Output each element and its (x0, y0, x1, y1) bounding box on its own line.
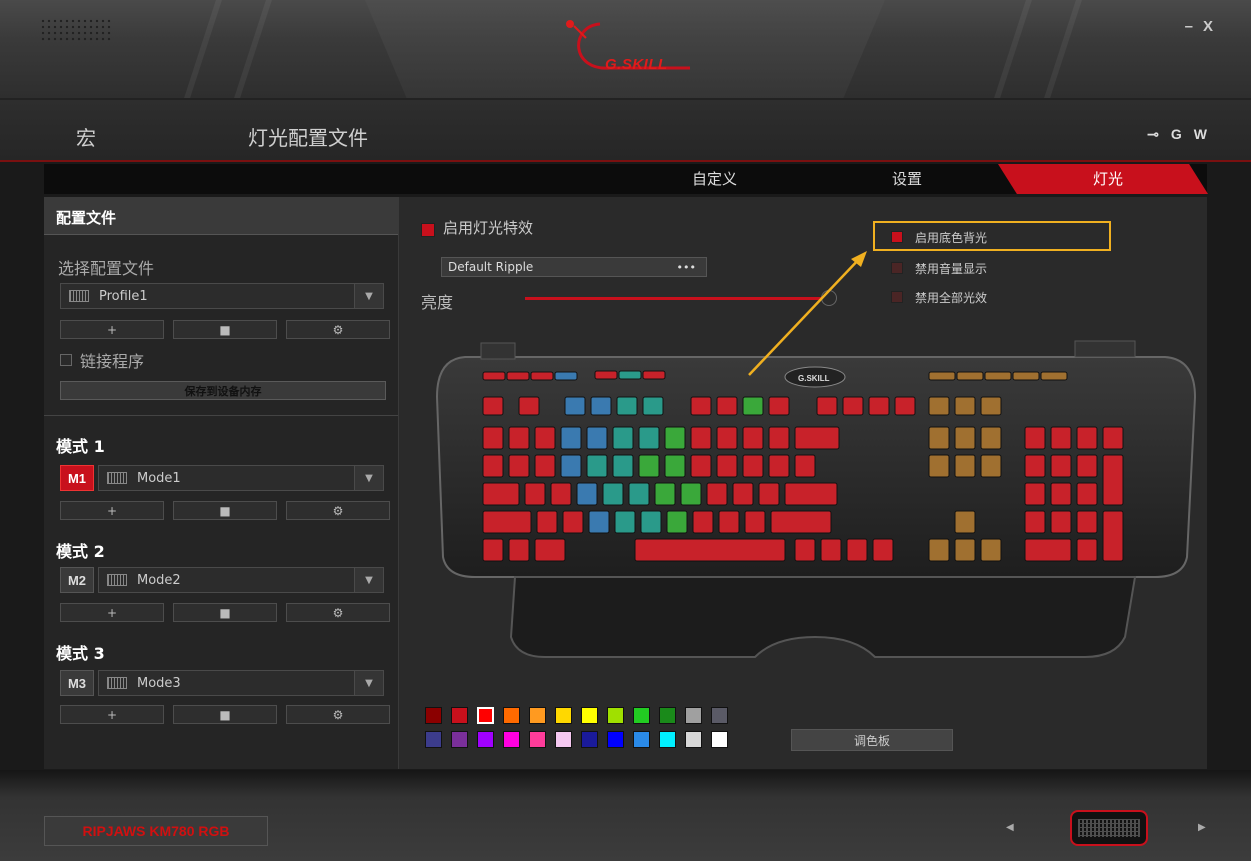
decor-stripe (994, 0, 1032, 98)
color-swatch[interactable] (659, 731, 676, 748)
mode-2-label: 模式 2 (56, 542, 105, 561)
panel-header: 配置文件 (44, 197, 398, 235)
color-swatch[interactable] (425, 731, 442, 748)
prev-device-icon[interactable]: ◀ (1006, 822, 1014, 833)
device-model-label: RIPJAWS KM780 RGB (44, 816, 268, 846)
color-swatch[interactable] (477, 707, 494, 724)
mode-1-value: Mode1 (137, 470, 181, 486)
chevron-down-icon[interactable]: ▼ (354, 671, 383, 695)
select-profile-label: 选择配置文件 (58, 259, 155, 278)
keyboard-icon (1078, 819, 1140, 837)
mode-settings-button[interactable]: ⚙ (286, 501, 390, 520)
device-thumbnail[interactable] (1070, 810, 1148, 846)
color-swatch[interactable] (581, 731, 598, 748)
mode-settings-button[interactable]: ⚙ (286, 603, 390, 622)
mode-1-actions: + ■ ⚙ (60, 501, 390, 520)
color-swatch[interactable] (555, 707, 572, 724)
add-mode-button[interactable]: + (60, 501, 164, 520)
color-swatch[interactable] (685, 731, 702, 748)
mode-2-badge[interactable]: M2 (60, 567, 94, 593)
lighting-panel: 启用灯光特效 Default Ripple ••• 亮度 启用底色背光 禁用音量… (399, 197, 1207, 769)
tab-settings[interactable]: 设置 (892, 168, 922, 189)
delete-mode-button[interactable]: ■ (173, 501, 277, 520)
color-swatch[interactable] (711, 707, 728, 724)
link-program-label: 链接程序 (80, 352, 145, 371)
color-swatch[interactable] (607, 707, 624, 724)
save-to-device-button[interactable]: 保存到设备内存 (60, 381, 386, 400)
chevron-down-icon[interactable]: ▼ (354, 284, 383, 308)
color-swatch[interactable] (633, 707, 650, 724)
profile-select[interactable]: Profile1 ▼ (60, 283, 384, 309)
delete-mode-button[interactable]: ■ (173, 603, 277, 622)
color-swatch[interactable] (451, 731, 468, 748)
color-swatch[interactable] (451, 707, 468, 724)
color-swatch[interactable] (425, 707, 442, 724)
delete-profile-button[interactable]: ■ (173, 320, 277, 339)
mode-3-value: Mode3 (137, 675, 181, 691)
mode-settings-button[interactable]: ⚙ (286, 705, 390, 724)
color-swatch[interactable] (633, 731, 650, 748)
mode-3-actions: + ■ ⚙ (60, 705, 390, 724)
decor-stripe (1044, 0, 1082, 98)
color-swatch[interactable] (503, 707, 520, 724)
color-swatch[interactable] (659, 707, 676, 724)
color-swatch[interactable] (581, 707, 598, 724)
w-icon[interactable]: W (1194, 126, 1207, 143)
brand-logo-text: G.SKILL (605, 56, 668, 73)
divider (44, 415, 398, 416)
decor-stripe (184, 0, 222, 98)
nav-right-icons: ⊸ G W (1147, 126, 1207, 143)
tab-custom[interactable]: 自定义 (692, 168, 737, 189)
mode-3-label: 模式 3 (56, 644, 105, 663)
profile-select-value: Profile1 (99, 288, 148, 304)
color-swatch[interactable] (607, 731, 624, 748)
window-controls: – X (1185, 18, 1213, 35)
g-icon[interactable]: G (1171, 126, 1182, 143)
grip-icon[interactable] (40, 18, 112, 42)
mode-1-label: 模式 1 (56, 437, 105, 456)
mode-3-badge[interactable]: M3 (60, 670, 94, 696)
palette-button[interactable]: 调色板 (791, 729, 953, 751)
mode-2-value: Mode2 (137, 572, 181, 588)
color-swatch[interactable] (555, 731, 572, 748)
add-profile-button[interactable]: + (60, 320, 164, 339)
color-swatch[interactable] (529, 707, 546, 724)
add-mode-button[interactable]: + (60, 603, 164, 622)
tab-lighting-label: 灯光 (1093, 170, 1124, 188)
delete-mode-button[interactable]: ■ (173, 705, 277, 724)
title-bar: G.SKILL – X (0, 0, 1251, 100)
link-program-checkbox[interactable] (60, 354, 72, 366)
tab-lighting[interactable]: 灯光 (998, 164, 1208, 194)
profile-panel: 配置文件 选择配置文件 Profile1 ▼ + ■ ⚙ 链接程序 保存到设备内… (44, 197, 399, 769)
close-button[interactable]: X (1203, 18, 1213, 35)
next-device-icon[interactable]: ▶ (1198, 822, 1206, 833)
mode-1-select[interactable]: Mode1 ▼ (98, 465, 384, 491)
annotation-arrow (748, 251, 867, 376)
add-mode-button[interactable]: + (60, 705, 164, 724)
mode-1-badge[interactable]: M1 (60, 465, 94, 491)
color-swatch[interactable] (529, 731, 546, 748)
profile-actions: + ■ ⚙ (60, 320, 390, 339)
nav-lighting-profile[interactable]: 灯光配置文件 (248, 122, 368, 151)
device-bar: RIPJAWS KM780 RGB ◀ ▶ (0, 770, 1251, 861)
profile-settings-button[interactable]: ⚙ (286, 320, 390, 339)
nav-macro[interactable]: 宏 (76, 122, 96, 151)
chevron-down-icon[interactable]: ▼ (354, 466, 383, 490)
mode-2-actions: + ■ ⚙ (60, 603, 390, 622)
color-swatch[interactable] (477, 731, 494, 748)
mode-2-select[interactable]: Mode2 ▼ (98, 567, 384, 593)
color-swatch[interactable] (711, 731, 728, 748)
keyboard-icon (107, 574, 127, 586)
color-swatch[interactable] (503, 731, 520, 748)
minimize-button[interactable]: – (1185, 18, 1193, 35)
mode-3-select[interactable]: Mode3 ▼ (98, 670, 384, 696)
color-swatch[interactable] (685, 707, 702, 724)
link-icon[interactable]: ⊸ (1147, 126, 1159, 143)
decor-stripe (234, 0, 272, 98)
keyboard-icon (69, 290, 89, 302)
chevron-down-icon[interactable]: ▼ (354, 568, 383, 592)
keyboard-icon (107, 472, 127, 484)
keyboard-icon (107, 677, 127, 689)
main-nav: 宏 灯光配置文件 ⊸ G W (0, 100, 1251, 162)
